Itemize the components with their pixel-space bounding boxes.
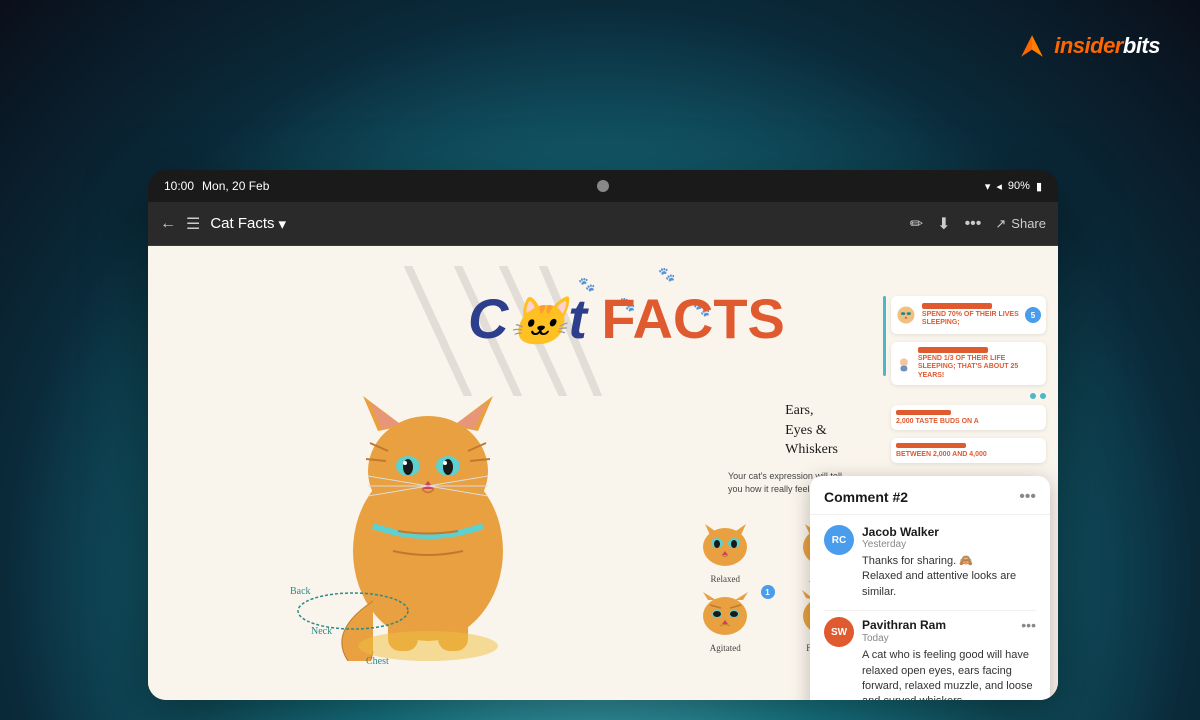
status-time: 10:00 <box>164 179 194 193</box>
battery-text: 90% <box>1008 180 1030 192</box>
dropdown-arrow: ▾ <box>279 215 287 233</box>
doc-title-text: Cat Facts <box>210 215 274 232</box>
battery-icon: ▮ <box>1036 180 1042 193</box>
title-facts: FACTS <box>601 286 785 351</box>
label-relaxed: Relaxed <box>678 574 773 584</box>
menu-button[interactable]: ☰ <box>186 214 200 234</box>
comment-1-time: Yesterday <box>862 539 1036 550</box>
fact-sleeping-cats: SPEND 70% OF THEIR LIVES SLEEPING; 5 <box>891 296 1046 334</box>
fact-taste-buds: 2,000 TASTE BUDS ON A <box>891 405 1046 430</box>
fact1-text: SPEND 70% OF THEIR LIVES SLEEPING; <box>922 311 1019 328</box>
ears-eyes-whiskers-label: Ears,Eyes &Whiskers <box>785 401 838 460</box>
content-area: 🐾 🐾 🐾 🐾 C🐱t FACTS <box>148 246 1058 700</box>
tablet-frame: 10:00 Mon, 20 Feb ▾ ◂ 90% ▮ ← ☰ Cat Fact… <box>148 170 1058 700</box>
share-button[interactable]: ↗ Share <box>995 216 1046 232</box>
download-button[interactable]: ⬇ <box>937 214 950 234</box>
comment-panel: Comment #2 ••• RC Jacob Walker Yesterday… <box>810 476 1050 700</box>
signal-icon: ◂ <box>996 180 1002 193</box>
logo-icon <box>1014 28 1050 64</box>
fact2-text: SPEND 1/3 OF THEIR LIFE SLEEPING; THAT'S… <box>918 355 1041 380</box>
comment-title: Comment #2 <box>824 489 908 505</box>
comment-1: RC Jacob Walker Yesterday Thanks for sha… <box>824 525 1036 600</box>
infographic-title: C🐱t FACTS <box>468 286 785 351</box>
fact4-text: BETWEEN 2,000 AND 4,000 <box>896 451 1041 458</box>
comment-1-info: Jacob Walker Yesterday Thanks for sharin… <box>862 525 1036 600</box>
fact1-badge: 5 <box>1025 307 1041 323</box>
comment-2-info: Pavithran Ram ••• Today A cat who is fee… <box>862 617 1036 700</box>
infographic: 🐾 🐾 🐾 🐾 C🐱t FACTS <box>148 246 1058 700</box>
share-label: Share <box>1011 216 1046 231</box>
comment-body: RC Jacob Walker Yesterday Thanks for sha… <box>810 515 1050 700</box>
logo-text: insiderbits <box>1054 33 1160 59</box>
fact-human-sleeping: SPEND 1/3 OF THEIR LIFE SLEEPING; THAT'S… <box>891 342 1046 385</box>
paw-print-3: 🐾 <box>658 266 675 283</box>
expression-relaxed: Relaxed <box>678 521 773 584</box>
fact-divider <box>883 296 886 376</box>
comment-divider <box>824 610 1036 611</box>
front-camera <box>597 180 609 192</box>
comment-2-username: Pavithran Ram <box>862 618 946 632</box>
comment-2-text: A cat who is feeling good will have rela… <box>862 648 1036 700</box>
avatar-1: RC <box>824 525 854 555</box>
right-facts: SPEND 70% OF THEIR LIVES SLEEPING; 5 SPE… <box>891 296 1046 463</box>
status-date: Mon, 20 Feb <box>202 179 269 193</box>
expression-agitated: 1 Agitated <box>678 590 773 653</box>
fact3-text: 2,000 TASTE BUDS ON A <box>896 418 1041 425</box>
label-neck: Neck <box>311 626 332 637</box>
fact-between: BETWEEN 2,000 AND 4,000 <box>891 438 1046 463</box>
dot-separator <box>891 393 1046 399</box>
more-button[interactable]: ••• <box>965 215 982 233</box>
cat-illustration <box>298 351 558 661</box>
app-toolbar: ← ☰ Cat Facts ▾ ✏ ⬇ ••• ↗ Share <box>148 202 1058 246</box>
label-chest: Chest <box>366 656 389 667</box>
comment-2: SW Pavithran Ram ••• Today A cat who is … <box>824 617 1036 700</box>
title-cat: C🐱t <box>468 286 587 351</box>
doc-title[interactable]: Cat Facts ▾ <box>210 215 286 233</box>
label-back: Back <box>290 586 311 597</box>
comment-2-time: Today <box>862 633 1036 644</box>
comment-more-button[interactable]: ••• <box>1019 488 1036 506</box>
label-agitated: Agitated <box>678 643 773 653</box>
share-icon: ↗ <box>995 216 1006 232</box>
back-button[interactable]: ← <box>160 215 176 233</box>
avatar-2: SW <box>824 617 854 647</box>
comment-1-text: Thanks for sharing. 🙈Relaxed and attenti… <box>862 554 1036 600</box>
comment-header: Comment #2 ••• <box>810 476 1050 515</box>
edit-button[interactable]: ✏ <box>910 214 923 234</box>
logo: insiderbits <box>1014 28 1160 64</box>
comment-2-more[interactable]: ••• <box>1021 617 1036 633</box>
comment-1-username: Jacob Walker <box>862 525 1036 539</box>
wifi-icon: ▾ <box>985 180 991 193</box>
status-bar: 10:00 Mon, 20 Feb ▾ ◂ 90% ▮ <box>148 170 1058 202</box>
